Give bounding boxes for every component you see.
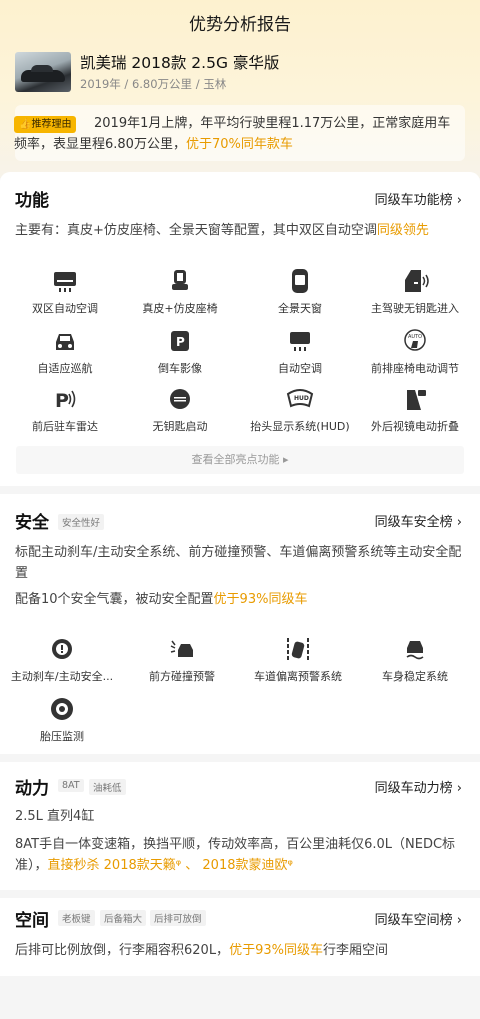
keyless-door-icon (401, 268, 429, 294)
sunroof-icon (286, 268, 314, 294)
hud-icon: HUD (286, 386, 314, 412)
stability-icon (401, 636, 429, 662)
power-compare-1[interactable]: 直接秒杀 2018款天籁 (48, 858, 176, 873)
feature-hud[interactable]: HUD 抬头显示系统(HUD) (240, 386, 360, 434)
power-card: 动力 8AT 油耗低 同级车动力榜 › 2.5L 直列4缸 8AT手自一体变速箱… (0, 762, 480, 890)
feature-stability[interactable]: 车身稳定系统 (355, 636, 475, 684)
seat-adjust-icon: AUTO (401, 328, 429, 354)
recommend-highlight: 优于70%同年款车 (185, 137, 293, 152)
feature-active-brake[interactable]: 主动刹车/主动安全... (2, 636, 122, 684)
reverse-camera-icon: P (166, 328, 194, 354)
power-desc: 8AT手自一体变速箱，换挡平顺，传动效率高，百公里油耗仅6.0L（NEDC标准）… (15, 837, 456, 873)
feature-start-button[interactable]: 无钥匙启动 (120, 386, 240, 434)
feature-parking-radar[interactable]: P 前后驻车雷达 (5, 386, 125, 434)
svg-text:P: P (55, 390, 69, 412)
collision-warning-icon (168, 636, 196, 662)
safety-rank-link[interactable]: 同级车安全榜 › (375, 511, 462, 530)
safety-card: 安全 安全性好 同级车安全榜 › 标配主动刹车/主动安全系统、前方碰撞预警、车道… (0, 494, 480, 754)
safety-title: 安全 (15, 513, 49, 533)
feature-cruise[interactable]: 自适应巡航 (5, 328, 125, 376)
auto-ac-icon (286, 328, 314, 354)
svg-text:AUTO: AUTO (408, 334, 422, 340)
seat-icon (166, 268, 194, 294)
feature-reverse-camera[interactable]: P 倒车影像 (120, 328, 240, 376)
power-title: 动力 (15, 779, 49, 799)
function-card: 功能 同级车功能榜 › 主要有：真皮+仿皮座椅、全景天窗等配置，其中双区自动空调… (0, 172, 480, 486)
space-tag-fold: 后排可放倒 (150, 910, 206, 926)
power-tag-fuel: 油耗低 (89, 779, 126, 795)
recommend-tag: 👍推荐理由 (14, 116, 77, 133)
space-title: 空间 (15, 911, 49, 931)
car-thumbnail[interactable] (15, 52, 71, 92)
car-meta: 2019年 / 6.80万公里 / 玉林 (80, 77, 227, 91)
mirror-fold-icon (401, 386, 429, 412)
function-rank-link[interactable]: 同级车功能榜 › (375, 189, 462, 208)
parking-radar-icon: P (51, 386, 79, 412)
function-desc: 主要有：真皮+仿皮座椅、全景天窗等配置，其中双区自动空调同级领先 (15, 223, 429, 238)
feature-tire-pressure[interactable]: 胎压监测 (2, 696, 122, 744)
ac-dual-icon (51, 268, 79, 294)
search-icon: ᵠ (287, 858, 293, 873)
feature-mirror-fold[interactable]: 外后视镜电动折叠 (355, 386, 475, 434)
start-button-icon (166, 386, 194, 412)
svg-text:P: P (176, 335, 185, 349)
view-all-features-button[interactable]: 查看全部亮点功能 ▸ (16, 446, 464, 474)
feature-seat[interactable]: 真皮+仿皮座椅 (120, 268, 240, 316)
report-header: 优势分析报告 凯美瑞 2018款 2.5G 豪华版 2019年 / 6.80万公… (0, 0, 480, 178)
feature-ac-dual[interactable]: 双区自动空调 (5, 268, 125, 316)
feature-sunroof[interactable]: 全景天窗 (240, 268, 360, 316)
feature-lane-departure[interactable]: 车道偏离预警系统 (238, 636, 358, 684)
safety-desc-2: 配备10个安全气囊，被动安全配置优于93%同级车 (15, 592, 308, 607)
feature-auto-ac[interactable]: 自动空调 (240, 328, 360, 376)
feature-seat-adjust[interactable]: AUTO 前排座椅电动调节 (355, 328, 475, 376)
feature-keyless-door[interactable]: 主驾驶无钥匙进入 (355, 268, 475, 316)
power-compare-2[interactable]: 2018款蒙迪欧 (202, 858, 287, 873)
power-rank-link[interactable]: 同级车动力榜 › (375, 777, 462, 796)
safety-tag: 安全性好 (58, 514, 105, 530)
svg-text:HUD: HUD (294, 395, 309, 402)
function-title: 功能 (15, 191, 49, 211)
feature-collision-warning[interactable]: 前方碰撞预警 (122, 636, 242, 684)
space-desc: 后排可比例放倒，行李厢容积620L，优于93%同级车行李厢空间 (15, 943, 388, 958)
thumbs-up-icon: 👍 (19, 119, 32, 130)
tire-pressure-icon (48, 696, 76, 722)
space-tag-boss-key: 老板键 (58, 910, 95, 926)
space-tag-trunk: 后备箱大 (100, 910, 147, 926)
space-rank-link[interactable]: 同级车空间榜 › (375, 909, 462, 928)
lane-departure-icon (284, 636, 312, 662)
page-title: 优势分析报告 (189, 15, 291, 35)
cruise-icon (51, 328, 79, 354)
space-card: 空间 老板键 后备箱大 后排可放倒 同级车空间榜 › 后排可比例放倒，行李厢容积… (0, 898, 480, 976)
recommend-text: 2019年1月上牌，年平均行驶里程1.17万公里，正常家庭用车频率，表显里程6.… (14, 116, 451, 152)
power-engine: 2.5L 直列4缸 (15, 809, 95, 824)
power-tag-transmission: 8AT (58, 779, 84, 792)
safety-desc: 标配主动刹车/主动安全系统、前方碰撞预警、车道偏离预警系统等主动安全配置 (15, 545, 462, 581)
car-name: 凯美瑞 2018款 2.5G 豪华版 (80, 54, 280, 72)
brake-icon (48, 636, 76, 662)
